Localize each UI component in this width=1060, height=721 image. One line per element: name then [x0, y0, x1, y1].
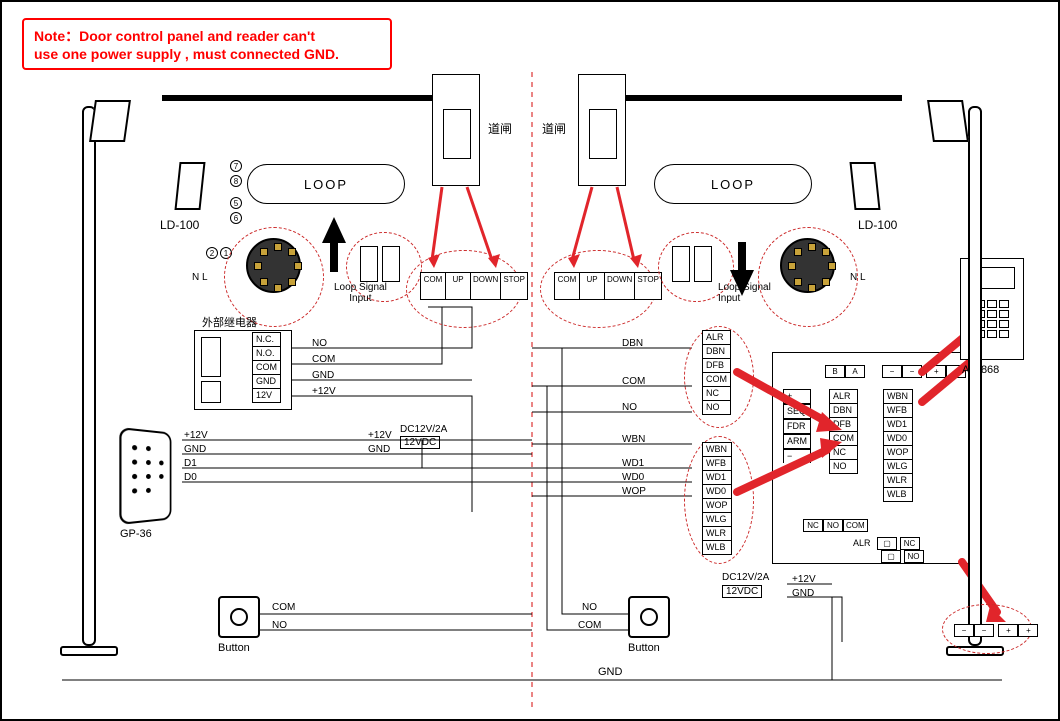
button-label-left: Button [218, 642, 250, 654]
reader-gp36 [119, 427, 171, 525]
loop-signal-terminal-a [360, 246, 378, 282]
btn-wire-com-left: COM [272, 602, 295, 613]
warning-note: Note：Door control panel and reader can't… [22, 18, 392, 70]
ext-relay-title: 外部继电器 [202, 314, 257, 330]
left-pedestal [52, 106, 142, 686]
gnd-bus-label: GND [598, 666, 622, 678]
wire-gnd: GND [312, 370, 334, 381]
ld100-label-right: LD-100 [858, 218, 897, 232]
note-line-2: use one power supply , must connected GN… [34, 46, 380, 62]
loop-pin-2: 2 [206, 247, 218, 259]
gate-label-left: 道闸 [488, 120, 512, 137]
loop-signal-terminal-b [382, 246, 400, 282]
btn-wire-com-right: COM [578, 620, 601, 631]
wire-com: COM [312, 354, 335, 365]
gate-cabinet-left [432, 74, 480, 186]
ctrl-right-col: WBNWFB WD1WD0 WOPWLG WLRWLB [883, 389, 913, 502]
relay-pins: N.C.N.O. COMGND 12V [252, 332, 281, 403]
ld100-label-left: LD-100 [160, 218, 199, 232]
pinlist-1: ALRDBN DFBCOM NCNO [702, 330, 731, 415]
bus-no: NO [622, 402, 637, 413]
reader-head-icon-right [927, 100, 969, 142]
button-label-right: Button [628, 642, 660, 654]
loop-pin-7: 7 [230, 160, 242, 172]
wire-12v: +12V [312, 386, 336, 397]
psu-12v-right: +12V [792, 574, 816, 585]
exit-button-right [628, 596, 670, 638]
psu-box-left: 12VDC [400, 436, 440, 449]
loop-pin-8: 8 [230, 175, 242, 187]
arrow-up-icon [322, 217, 346, 243]
psu-gnd-left: GND [368, 444, 390, 455]
psu-gnd-right: GND [792, 588, 814, 599]
reader-head-icon [89, 100, 131, 142]
btn-wire-no-right: NO [582, 602, 597, 613]
gate-terminal-right: COMUP DOWNSTOP [554, 272, 662, 300]
loop-coil-left: LOOP [247, 164, 405, 204]
loop-coil-right: LOOP [654, 164, 812, 204]
relay-socket-right [780, 238, 835, 293]
reader-pin-d0: D0 [184, 472, 197, 483]
loop-signal-label-left: Loop Signal Input [334, 282, 387, 304]
gate-label-right: 道闸 [542, 120, 566, 137]
photobeam-left [174, 162, 205, 210]
reader-pin-12v: +12V [184, 430, 208, 441]
psu-label1-right: DC12V/2A [722, 572, 769, 583]
photobeam-right [849, 162, 880, 210]
gate-terminal-left: COMUP DOWNSTOP [420, 272, 528, 300]
note-line-1: Note：Door control panel and reader can't [34, 26, 380, 46]
bus-wop: WOP [622, 486, 646, 497]
exit-button-left [218, 596, 260, 638]
ctrl-bottom-row: NCNOCOM [803, 515, 868, 533]
power-terminal-row: −− ++ [954, 620, 1038, 638]
relay-socket-left [246, 238, 301, 293]
arrow-down-icon [730, 270, 754, 296]
loop-pin-6: 6 [230, 212, 242, 224]
right-pedestal [922, 106, 1012, 686]
bus-com: COM [622, 376, 645, 387]
pinlist-2: WBNWFB WD1WD0 WOPWLG WLRWLB [702, 442, 732, 555]
reader-pin-d1: D1 [184, 458, 197, 469]
bus-dbn: DBN [622, 338, 643, 349]
bus-wd1: WD1 [622, 458, 644, 469]
bus-wd0: WD0 [622, 472, 644, 483]
ctrl-mid-col: ALRDBN DFBCOM NCNO [829, 389, 858, 474]
psu-label1-left: DC12V/2A [400, 424, 447, 435]
nl-label-left: N L [192, 272, 208, 283]
psu-box-right: 12VDC [722, 585, 762, 598]
gate-cabinet-right [578, 74, 626, 186]
ctrl-left-col: +SEQ FDRARM − [783, 389, 811, 463]
wire-no: NO [312, 338, 327, 349]
ctrl-alr-switch: ALR ▢ NC ▢ NO [853, 537, 924, 563]
loop-pin-5: 5 [230, 197, 242, 209]
reader-pin-gnd: GND [184, 444, 206, 455]
reader-model-label: GP-36 [120, 528, 152, 540]
bus-wbn: WBN [622, 434, 645, 445]
btn-wire-no-left: NO [272, 620, 287, 631]
psu-12v-left: +12V [368, 430, 392, 441]
